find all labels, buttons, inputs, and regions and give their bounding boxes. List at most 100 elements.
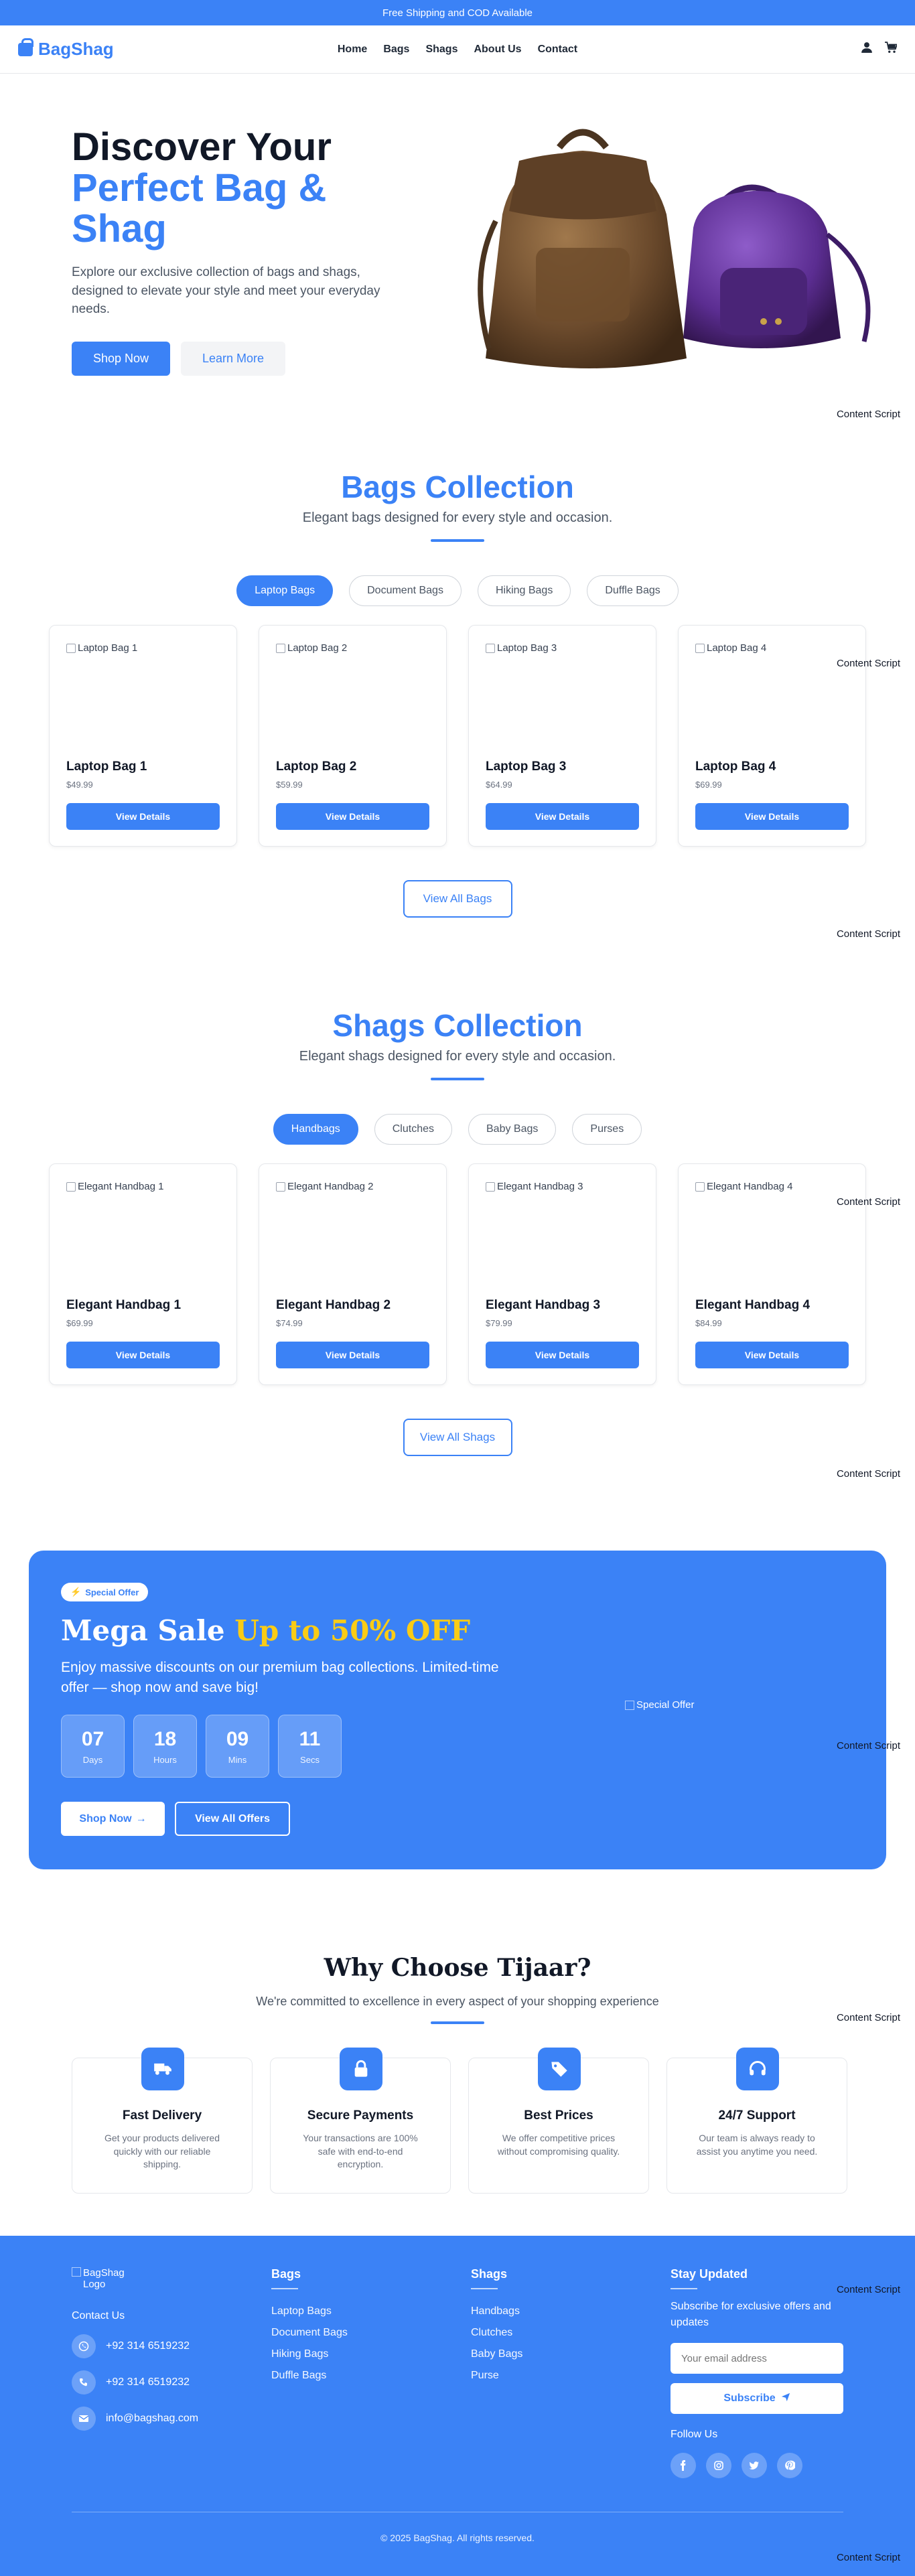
nav-shags[interactable]: Shags <box>425 44 458 56</box>
tab-clutches[interactable]: Clutches <box>374 1114 452 1145</box>
product-card[interactable]: Elegant Handbag 1 Elegant Handbag 1 $69.… <box>49 1163 237 1385</box>
content-script-label: Content Script <box>836 409 900 420</box>
cart-icon[interactable] <box>885 42 898 57</box>
shop-now-button[interactable]: Shop Now <box>72 342 170 376</box>
newsletter-email-input[interactable] <box>671 2343 843 2374</box>
promo-shop-now-button[interactable]: Shop Now → <box>61 1802 165 1836</box>
view-details-button[interactable]: View Details <box>66 1342 220 1368</box>
promo-description: Enjoy massive discounts on our premium b… <box>61 1660 499 1696</box>
product-card[interactable]: Laptop Bag 1 Laptop Bag 1 $49.99 View De… <box>49 625 237 847</box>
countdown-mins: 09 Mins <box>206 1715 269 1778</box>
countdown-days: 07 Days <box>61 1715 125 1778</box>
pinterest-icon[interactable] <box>777 2453 802 2478</box>
product-image: Laptop Bag 1 <box>66 642 137 654</box>
feature-card: Secure Payments Your transactions are 10… <box>270 2048 451 2194</box>
copyright-text: © 2025 BagShag. All rights reserved. <box>380 2532 535 2543</box>
view-details-button[interactable]: View Details <box>486 803 639 830</box>
feature-description: Get your products delivered quickly with… <box>104 2133 220 2170</box>
footer-link[interactable]: Handbags <box>471 2305 522 2317</box>
tab-hiking-bags[interactable]: Hiking Bags <box>477 575 571 606</box>
view-all-shags-button[interactable]: View All Shags <box>403 1419 512 1456</box>
bags-collection-section: Bags Collection Elegant bags designed fo… <box>0 469 915 918</box>
bags-subtitle: Elegant bags designed for every style an… <box>302 510 613 525</box>
view-details-button[interactable]: View Details <box>276 1342 429 1368</box>
instagram-icon[interactable] <box>706 2453 731 2478</box>
product-name: Elegant Handbag 2 <box>276 1298 391 1312</box>
product-image: Elegant Handbag 1 <box>66 1181 163 1192</box>
footer-link[interactable]: Purse <box>471 2370 522 2382</box>
footer-heading-underline <box>471 2288 498 2289</box>
site-footer: BagShag Logo Contact Us +92 314 6519232 … <box>0 2236 915 2576</box>
product-price: $69.99 <box>66 1318 93 1328</box>
footer-link[interactable]: Baby Bags <box>471 2348 522 2360</box>
view-all-bags-button[interactable]: View All Bags <box>403 880 512 918</box>
tab-handbags[interactable]: Handbags <box>273 1114 358 1145</box>
content-script-label: Content Script <box>836 1196 900 1208</box>
product-name: Elegant Handbag 4 <box>695 1298 811 1312</box>
product-image: Elegant Handbag 3 <box>486 1181 583 1192</box>
view-details-button[interactable]: View Details <box>695 803 849 830</box>
footer-bags-column: Bags Laptop Bags Document Bags Hiking Ba… <box>271 2267 348 2382</box>
why-choose-title: Why Choose Tijaar? <box>324 1954 591 1982</box>
view-all-offers-button[interactable]: View All Offers <box>175 1802 290 1836</box>
footer-link[interactable]: Duffle Bags <box>271 2370 348 2382</box>
promo-highlight: Up to 50% OFF <box>234 1614 471 1647</box>
feature-description: We offer competitive prices without comp… <box>497 2133 620 2157</box>
product-price: $69.99 <box>695 780 722 790</box>
tab-baby-bags[interactable]: Baby Bags <box>468 1114 557 1145</box>
feature-description: Your transactions are 100% safe with end… <box>303 2133 418 2170</box>
email-address: info@bagshag.com <box>106 2413 199 2424</box>
view-details-button[interactable]: View Details <box>276 803 429 830</box>
phone-row[interactable]: +92 314 6519232 <box>72 2334 198 2358</box>
shags-title: Shags Collection <box>332 1008 583 1043</box>
email-row[interactable]: info@bagshag.com <box>72 2407 198 2431</box>
footer-contact-column: BagShag Logo Contact Us +92 314 6519232 … <box>72 2267 198 2431</box>
phone-number: +92 314 6519232 <box>106 2340 190 2352</box>
paper-plane-icon <box>781 2392 790 2405</box>
view-details-button[interactable]: View Details <box>486 1342 639 1368</box>
footer-link[interactable]: Document Bags <box>271 2327 348 2339</box>
brand-logo[interactable]: BagShag <box>18 38 114 60</box>
product-card[interactable]: Elegant Handbag 2 Elegant Handbag 2 $74.… <box>259 1163 447 1385</box>
hero-bags-image <box>478 129 871 368</box>
feature-title: Best Prices <box>524 2108 593 2123</box>
footer-link[interactable]: Hiking Bags <box>271 2348 348 2360</box>
phone-number: +92 314 6519232 <box>106 2376 190 2388</box>
footer-link[interactable]: Clutches <box>471 2327 522 2339</box>
tab-laptop-bags[interactable]: Laptop Bags <box>236 575 334 606</box>
user-icon[interactable] <box>861 42 873 57</box>
phone-row[interactable]: +92 314 6519232 <box>72 2370 198 2394</box>
content-script-label: Content Script <box>836 1740 900 1751</box>
subscribe-button[interactable]: Subscribe <box>671 2383 843 2414</box>
nav-about[interactable]: About Us <box>474 44 521 56</box>
tab-purses[interactable]: Purses <box>572 1114 642 1145</box>
feature-title: Secure Payments <box>307 2108 414 2123</box>
product-card[interactable]: Laptop Bag 3 Laptop Bag 3 $64.99 View De… <box>468 625 656 847</box>
tab-duffle-bags[interactable]: Duffle Bags <box>587 575 679 606</box>
product-image: Elegant Handbag 2 <box>276 1181 373 1192</box>
product-card[interactable]: Elegant Handbag 3 Elegant Handbag 3 $79.… <box>468 1163 656 1385</box>
feature-title: 24/7 Support <box>718 2108 796 2123</box>
product-card[interactable]: Laptop Bag 2 Laptop Bag 2 $59.99 View De… <box>259 625 447 847</box>
nav-home[interactable]: Home <box>338 44 367 56</box>
announcement-text: Free Shipping and COD Available <box>382 7 533 19</box>
whatsapp-icon <box>72 2334 96 2358</box>
nav-bags[interactable]: Bags <box>383 44 409 56</box>
facebook-icon[interactable] <box>671 2453 696 2478</box>
tab-document-bags[interactable]: Document Bags <box>349 575 462 606</box>
nav-contact[interactable]: Contact <box>538 44 578 56</box>
footer-link[interactable]: Laptop Bags <box>271 2305 348 2317</box>
footer-logo[interactable]: BagShag Logo <box>72 2267 132 2290</box>
view-details-button[interactable]: View Details <box>66 803 220 830</box>
product-image: Laptop Bag 3 <box>486 642 557 654</box>
twitter-icon[interactable] <box>742 2453 767 2478</box>
view-details-button[interactable]: View Details <box>695 1342 849 1368</box>
special-offer-badge: ⚡ Special Offer <box>61 1583 149 1601</box>
product-name: Laptop Bag 4 <box>695 760 776 774</box>
learn-more-button[interactable]: Learn More <box>181 342 285 376</box>
lock-icon <box>340 2048 382 2090</box>
nav-links: Home Bags Shags About Us Contact <box>338 44 577 56</box>
bag-icon <box>18 38 33 56</box>
feature-card: Fast Delivery Get your products delivere… <box>72 2048 253 2194</box>
special-offer-banner: ⚡ Special Offer Mega Sale Up to 50% OFF … <box>29 1551 886 1869</box>
